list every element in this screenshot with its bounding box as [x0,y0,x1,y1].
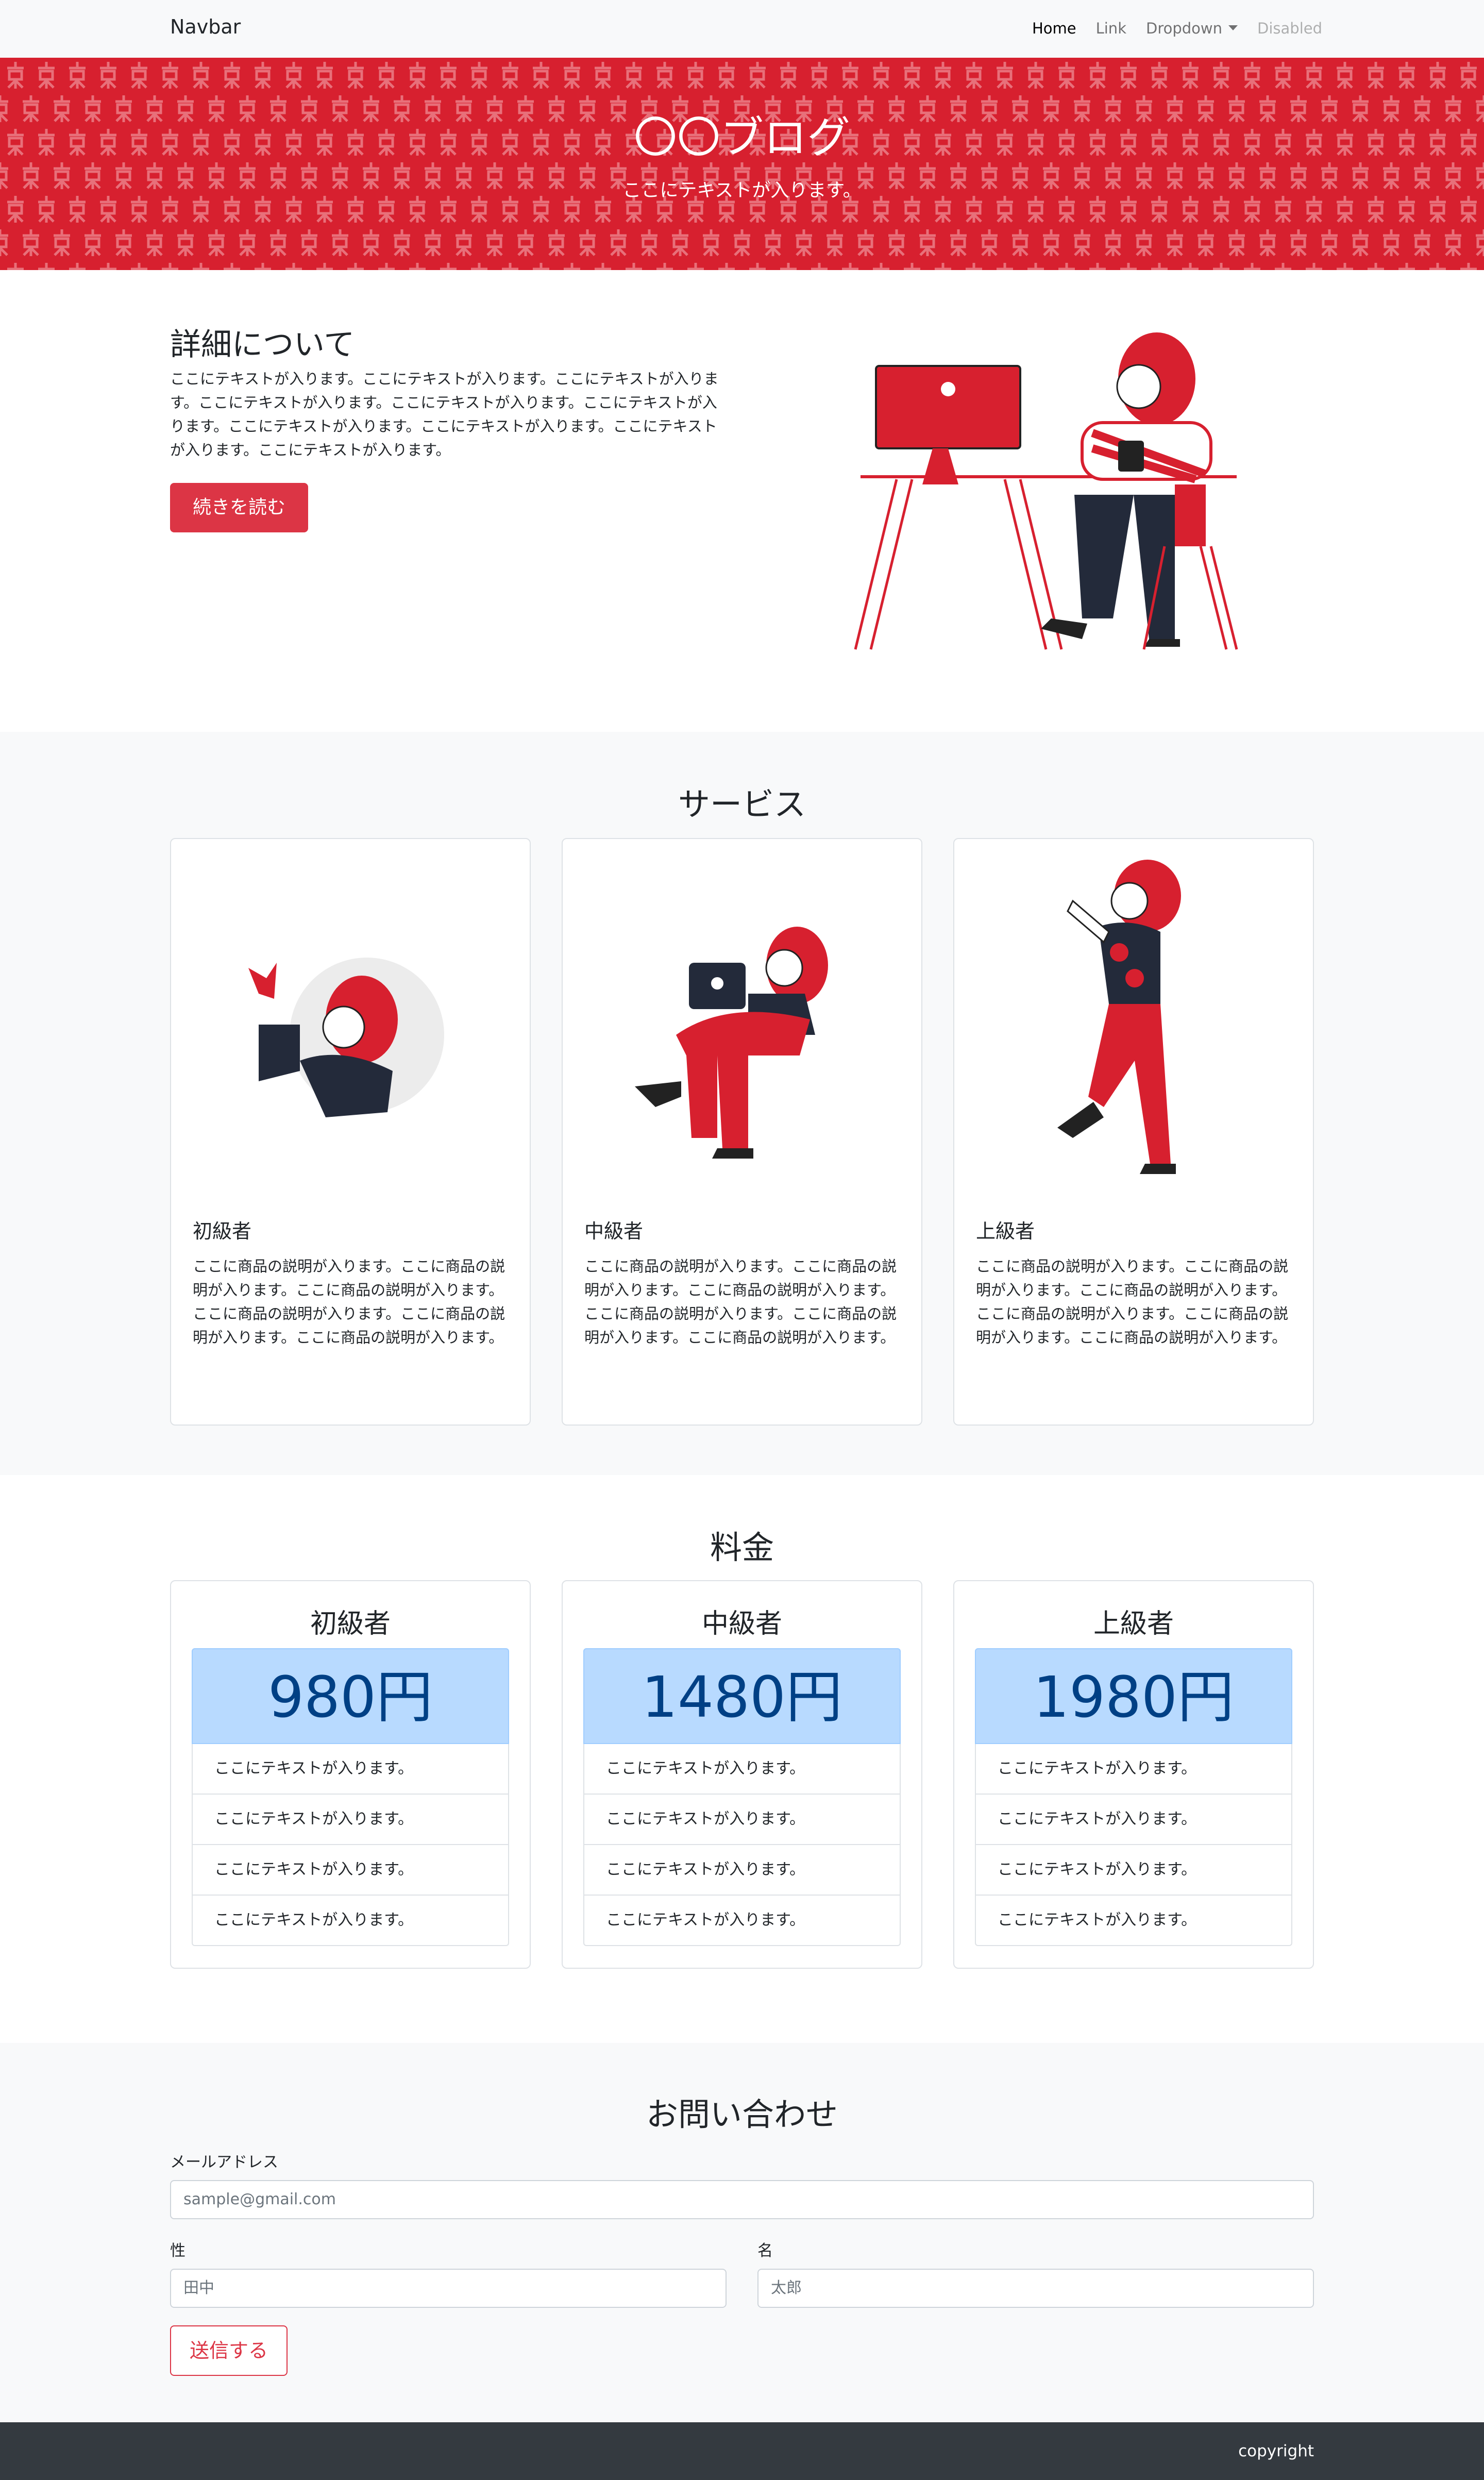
services-title: サービス [678,785,806,823]
service-description: ここに商品の説明が入ります。ここに商品の説明が入ります。ここに商品の説明が入りま… [976,1258,1289,1346]
price-card-advanced: 上級者 1980円 ここにテキストが入ります。 ここにテキストが入ります。 ここ… [953,1580,1314,1969]
submit-button[interactable]: 送信する [170,2325,288,2376]
pricing-title: 料金 [710,1529,774,1566]
list-item: ここにテキストが入ります。 [975,1744,1292,1795]
first-name-label: 名 [757,2242,773,2260]
copyright-text: copyright [1238,2442,1314,2460]
service-card-intermediate[interactable]: 中級者 ここに商品の説明が入ります。ここに商品の説明が入ります。ここに商品の説明… [562,838,922,1426]
last-name-field[interactable]: 田中 [170,2269,727,2308]
plan-feature-list: ここにテキストが入ります。 ここにテキストが入ります。 ここにテキストが入ります… [192,1744,509,1946]
navbar-brand[interactable]: Navbar [170,15,241,38]
nav-dropdown-label: Dropdown [1145,20,1223,37]
list-item: ここにテキストが入ります。 [192,1744,509,1795]
service-card-beginner[interactable]: 初級者 ここに商品の説明が入ります。ここに商品の説明が入ります。ここに商品の説明… [170,838,531,1426]
hero-title: 〇〇ブログ [633,112,850,163]
about-title: 詳細について [170,327,355,363]
service-name: 上級者 [976,1220,1035,1243]
plan-name: 上級者 [1093,1608,1174,1639]
waving-person-illustration [248,958,444,1117]
email-label: メールアドレス [170,2153,278,2171]
email-field[interactable]: sample@gmail.com [170,2180,1314,2219]
list-item: ここにテキストが入ります。 [583,1795,901,1845]
last-name-label: 性 [170,2242,185,2260]
service-name: 初級者 [193,1220,252,1243]
plan-price: 980円 [192,1648,509,1744]
list-item: ここにテキストが入ります。 [975,1845,1292,1896]
first-name-field[interactable]: 太郎 [757,2269,1314,2308]
nav-link[interactable]: Link [1096,20,1126,37]
hero-banner: 〇〇ブログ ここにテキストが入ります。 [0,58,1484,270]
list-item: ここにテキストが入ります。 [583,1744,901,1795]
price-card-beginner: 初級者 980円 ここにテキストが入ります。 ここにテキストが入ります。 ここに… [170,1580,531,1969]
nav-disabled-link: Disabled [1257,20,1322,37]
service-description: ここに商品の説明が入ります。ここに商品の説明が入ります。ここに商品の説明が入りま… [193,1258,505,1346]
service-name: 中級者 [584,1220,644,1243]
list-item: ここにテキストが入ります。 [192,1845,509,1896]
sitting-laptop-person-illustration [635,927,828,1159]
list-item: ここにテキストが入ります。 [192,1795,509,1845]
desk-worker-illustration [854,332,1238,650]
read-more-button[interactable]: 続きを読む [170,483,308,532]
navbar: Navbar Home Link Dropdown Disabled [0,0,1484,58]
list-item: ここにテキストが入ります。 [975,1795,1292,1845]
list-item: ここにテキストが入ります。 [975,1896,1292,1946]
list-item: ここにテキストが入ります。 [192,1896,509,1946]
plan-price: 1480円 [583,1648,901,1744]
plan-price: 1980円 [975,1648,1292,1744]
dancing-person-illustration [1057,860,1181,1174]
plan-name: 初級者 [310,1608,391,1639]
plan-name: 中級者 [701,1608,782,1639]
nav-links: Home Link Dropdown Disabled [1032,20,1322,37]
list-item: ここにテキストが入ります。 [583,1896,901,1946]
hero-subtitle: ここにテキストが入ります。 [622,180,862,201]
about-text: ここにテキストが入ります。ここにテキストが入ります。ここにテキストが入ります。こ… [170,370,719,459]
plan-feature-list: ここにテキストが入ります。 ここにテキストが入ります。 ここにテキストが入ります… [975,1744,1292,1946]
price-card-intermediate: 中級者 1480円 ここにテキストが入ります。 ここにテキストが入ります。 ここ… [562,1580,922,1969]
plan-feature-list: ここにテキストが入ります。 ここにテキストが入ります。 ここにテキストが入ります… [583,1744,901,1946]
contact-title: お問い合わせ [646,2096,838,2133]
caret-down-icon [1228,25,1238,30]
service-description: ここに商品の説明が入ります。ここに商品の説明が入ります。ここに商品の説明が入りま… [584,1258,897,1346]
nav-home-link[interactable]: Home [1032,20,1076,37]
service-card-advanced[interactable]: 上級者 ここに商品の説明が入ります。ここに商品の説明が入ります。ここに商品の説明… [953,838,1314,1426]
footer: copyright [0,2422,1484,2480]
list-item: ここにテキストが入ります。 [583,1845,901,1896]
nav-dropdown[interactable]: Dropdown [1146,20,1238,37]
